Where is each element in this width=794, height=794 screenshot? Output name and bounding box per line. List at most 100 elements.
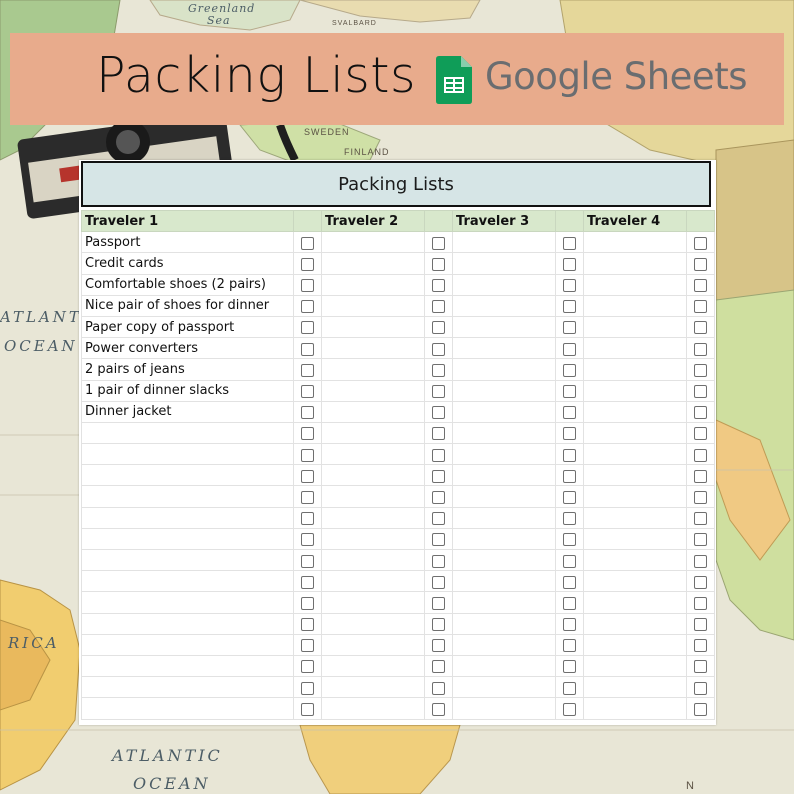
- checkbox[interactable]: [694, 406, 707, 419]
- item-cell-traveler-3[interactable]: [453, 592, 556, 613]
- item-cell-traveler-3[interactable]: [453, 507, 556, 528]
- item-cell-traveler-1[interactable]: [82, 677, 294, 698]
- item-cell-traveler-4[interactable]: [584, 232, 687, 253]
- checkbox[interactable]: [563, 682, 576, 695]
- checkbox[interactable]: [694, 237, 707, 250]
- checkbox[interactable]: [301, 449, 314, 462]
- item-cell-traveler-2[interactable]: [322, 359, 425, 380]
- checkbox[interactable]: [563, 639, 576, 652]
- checkbox[interactable]: [694, 682, 707, 695]
- checkbox[interactable]: [301, 660, 314, 673]
- checkbox[interactable]: [694, 321, 707, 334]
- item-cell-traveler-4[interactable]: [584, 698, 687, 719]
- checkbox[interactable]: [301, 237, 314, 250]
- checkbox[interactable]: [301, 576, 314, 589]
- checkbox[interactable]: [301, 639, 314, 652]
- item-cell-traveler-2[interactable]: [322, 380, 425, 401]
- item-cell-traveler-1[interactable]: [82, 465, 294, 486]
- checkbox[interactable]: [694, 512, 707, 525]
- checkbox[interactable]: [432, 364, 445, 377]
- item-cell-traveler-4[interactable]: [584, 571, 687, 592]
- item-cell-traveler-1[interactable]: [82, 444, 294, 465]
- item-cell-traveler-3[interactable]: [453, 634, 556, 655]
- item-cell-traveler-1[interactable]: [82, 592, 294, 613]
- item-cell-traveler-2[interactable]: [322, 550, 425, 571]
- checkbox[interactable]: [301, 703, 314, 716]
- checkbox[interactable]: [563, 364, 576, 377]
- checkbox[interactable]: [563, 321, 576, 334]
- item-cell-traveler-3[interactable]: [453, 571, 556, 592]
- checkbox[interactable]: [432, 533, 445, 546]
- item-cell-traveler-4[interactable]: [584, 444, 687, 465]
- item-cell-traveler-3[interactable]: [453, 422, 556, 443]
- checkbox[interactable]: [563, 703, 576, 716]
- item-cell-traveler-3[interactable]: [453, 444, 556, 465]
- checkbox[interactable]: [432, 470, 445, 483]
- checkbox[interactable]: [432, 618, 445, 631]
- checkbox[interactable]: [432, 703, 445, 716]
- item-cell-traveler-2[interactable]: [322, 295, 425, 316]
- checkbox[interactable]: [563, 279, 576, 292]
- item-cell-traveler-4[interactable]: [584, 528, 687, 549]
- checkbox[interactable]: [301, 300, 314, 313]
- checkbox[interactable]: [694, 449, 707, 462]
- checkbox[interactable]: [301, 555, 314, 568]
- item-cell-traveler-2[interactable]: [322, 316, 425, 337]
- checkbox[interactable]: [563, 555, 576, 568]
- item-cell-traveler-3[interactable]: [453, 295, 556, 316]
- checkbox[interactable]: [432, 343, 445, 356]
- checkbox[interactable]: [301, 491, 314, 504]
- checkbox[interactable]: [563, 237, 576, 250]
- checkbox[interactable]: [432, 512, 445, 525]
- item-cell-traveler-4[interactable]: [584, 338, 687, 359]
- item-cell-traveler-2[interactable]: [322, 486, 425, 507]
- item-cell-traveler-3[interactable]: [453, 253, 556, 274]
- item-cell-traveler-1[interactable]: Credit cards: [82, 253, 294, 274]
- item-cell-traveler-4[interactable]: [584, 655, 687, 676]
- item-cell-traveler-2[interactable]: [322, 253, 425, 274]
- item-cell-traveler-4[interactable]: [584, 422, 687, 443]
- item-cell-traveler-2[interactable]: [322, 444, 425, 465]
- checkbox[interactable]: [694, 703, 707, 716]
- item-cell-traveler-3[interactable]: [453, 359, 556, 380]
- checkbox[interactable]: [432, 491, 445, 504]
- item-cell-traveler-1[interactable]: 2 pairs of jeans: [82, 359, 294, 380]
- item-cell-traveler-1[interactable]: [82, 528, 294, 549]
- item-cell-traveler-4[interactable]: [584, 295, 687, 316]
- item-cell-traveler-1[interactable]: [82, 550, 294, 571]
- checkbox[interactable]: [563, 533, 576, 546]
- item-cell-traveler-2[interactable]: [322, 274, 425, 295]
- item-cell-traveler-2[interactable]: [322, 634, 425, 655]
- item-cell-traveler-1[interactable]: [82, 613, 294, 634]
- checkbox[interactable]: [301, 533, 314, 546]
- item-cell-traveler-1[interactable]: [82, 422, 294, 443]
- item-cell-traveler-1[interactable]: Power converters: [82, 338, 294, 359]
- checkbox[interactable]: [432, 449, 445, 462]
- checkbox[interactable]: [694, 618, 707, 631]
- checkbox[interactable]: [563, 427, 576, 440]
- checkbox[interactable]: [432, 258, 445, 271]
- checkbox[interactable]: [563, 385, 576, 398]
- item-cell-traveler-1[interactable]: Passport: [82, 232, 294, 253]
- checkbox[interactable]: [301, 427, 314, 440]
- item-cell-traveler-1[interactable]: [82, 634, 294, 655]
- checkbox[interactable]: [301, 364, 314, 377]
- item-cell-traveler-2[interactable]: [322, 677, 425, 698]
- checkbox[interactable]: [432, 300, 445, 313]
- item-cell-traveler-2[interactable]: [322, 698, 425, 719]
- checkbox[interactable]: [563, 300, 576, 313]
- checkbox[interactable]: [301, 682, 314, 695]
- checkbox[interactable]: [432, 555, 445, 568]
- item-cell-traveler-4[interactable]: [584, 401, 687, 422]
- checkbox[interactable]: [301, 618, 314, 631]
- checkbox[interactable]: [694, 576, 707, 589]
- checkbox[interactable]: [301, 385, 314, 398]
- checkbox[interactable]: [563, 618, 576, 631]
- checkbox[interactable]: [694, 300, 707, 313]
- item-cell-traveler-3[interactable]: [453, 401, 556, 422]
- item-cell-traveler-1[interactable]: [82, 486, 294, 507]
- checkbox[interactable]: [563, 258, 576, 271]
- item-cell-traveler-3[interactable]: [453, 655, 556, 676]
- checkbox[interactable]: [301, 279, 314, 292]
- checkbox[interactable]: [694, 279, 707, 292]
